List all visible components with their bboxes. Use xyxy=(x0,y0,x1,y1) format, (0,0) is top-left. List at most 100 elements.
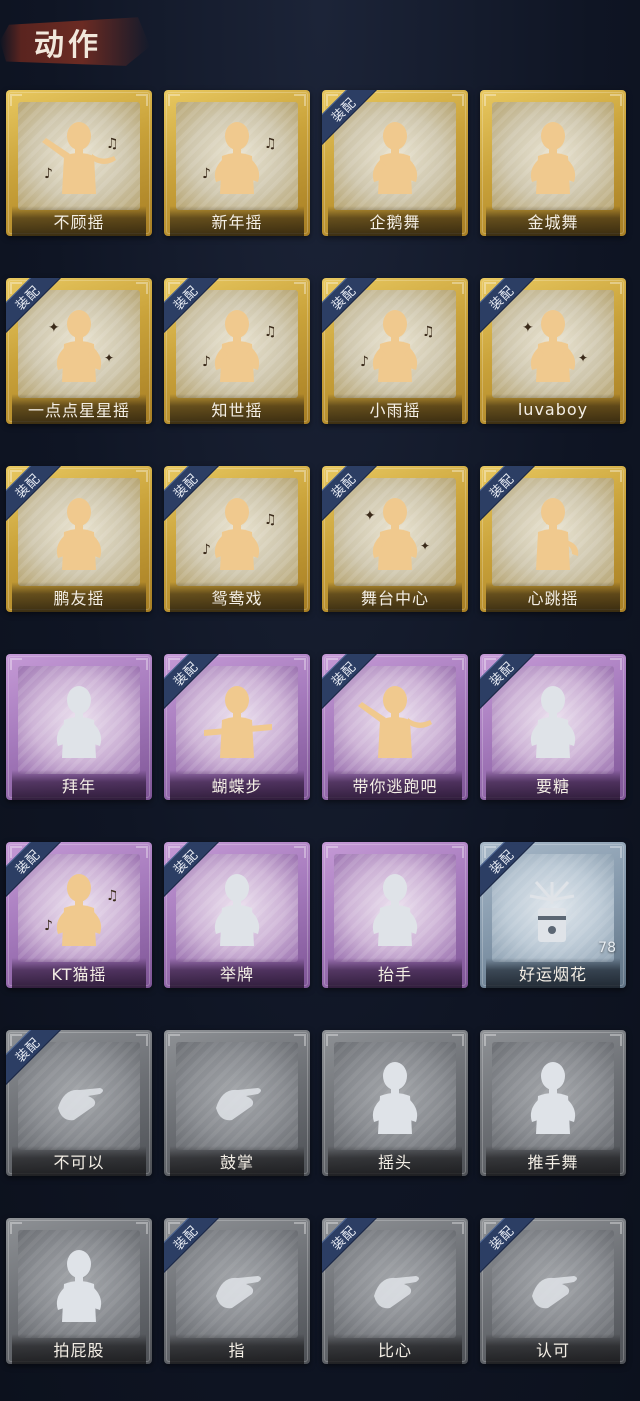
emote-card[interactable]: 装配 蝴蝶步 xyxy=(164,654,310,800)
card-corner-ornament xyxy=(168,94,180,106)
dancer-heartbeat-icon xyxy=(508,484,598,574)
dancer-arm-cross-icon: ♪ ♫ xyxy=(192,108,282,198)
svg-text:♪: ♪ xyxy=(44,166,53,182)
emote-card[interactable]: 装配 举牌 xyxy=(164,842,310,988)
svg-text:✦: ✦ xyxy=(48,320,60,336)
emote-card[interactable]: 装配 比心 xyxy=(322,1218,468,1364)
page-title: 动作 xyxy=(34,28,102,63)
card-corner-ornament xyxy=(294,846,306,858)
emote-grid: ♪ ♫ 不顾摇 ♪ ♫ 新年摇 装配 企鹅舞 金城舞 ✦ ✦ 装配 一点点星星摇 ♪ ♫ 装配 知世摇 ♪ ♫ 装配小… xyxy=(6,90,626,1364)
emote-card[interactable]: ♪ ♫ 装配 知世摇 xyxy=(164,278,310,424)
firework-icon xyxy=(508,860,598,950)
card-label-bar: 比心 xyxy=(328,1334,462,1364)
emote-card[interactable]: 装配 心跳摇 xyxy=(480,466,626,612)
card-corner-ornament xyxy=(168,1034,180,1046)
card-label-bar: 不可以 xyxy=(12,1146,146,1176)
figure-push-icon xyxy=(508,1048,598,1138)
hand-heart-icon xyxy=(350,1236,440,1326)
emote-name: 拍屁股 xyxy=(53,1341,105,1360)
emote-name: 心跳摇 xyxy=(527,589,579,608)
svg-text:♫: ♫ xyxy=(264,136,277,152)
svg-text:♪: ♪ xyxy=(44,918,53,934)
emote-name: 认可 xyxy=(535,1341,570,1360)
emote-card[interactable]: 装配 企鹅舞 xyxy=(322,90,468,236)
svg-text:♪: ♪ xyxy=(202,354,211,370)
card-label-bar: 一点点星星摇 xyxy=(12,394,146,424)
svg-text:♪: ♪ xyxy=(202,542,211,558)
emote-card[interactable]: 装配指 xyxy=(164,1218,310,1364)
dancer-pointing-icon: ♪ ♫ xyxy=(34,108,124,198)
card-corner-ornament xyxy=(610,846,622,858)
emote-card[interactable]: ♪ ♫ 新年摇 xyxy=(164,90,310,236)
emote-card[interactable]: 装配 认可 xyxy=(480,1218,626,1364)
svg-text:♪: ♪ xyxy=(202,166,211,182)
svg-text:✦: ✦ xyxy=(578,351,588,365)
card-label-bar: 要糖 xyxy=(486,770,620,800)
emote-name: 推手舞 xyxy=(527,1153,579,1172)
card-label-bar: 小雨摇 xyxy=(328,394,462,424)
card-corner-ornament xyxy=(294,1034,306,1046)
card-label-bar: 摇头 xyxy=(328,1146,462,1176)
emote-card[interactable]: 拍屁股 xyxy=(6,1218,152,1364)
emote-name: 指 xyxy=(228,1341,246,1360)
card-corner-ornament xyxy=(452,658,464,670)
dancer-lean-icon: ✦ ✦ xyxy=(508,296,598,386)
dancer-butterfly-icon xyxy=(192,672,282,762)
card-label-bar: 心跳摇 xyxy=(486,582,620,612)
emote-card[interactable]: ✦ ✦ 装配 一点点星星摇 xyxy=(6,278,152,424)
dancer-penguin-icon xyxy=(350,108,440,198)
emote-card[interactable]: 装配 要糖 xyxy=(480,654,626,800)
emote-name: 舞台中心 xyxy=(360,589,429,608)
hand-no-icon xyxy=(34,1048,124,1138)
dancer-rain-icon: ♪ ♫ xyxy=(350,296,440,386)
card-corner-ornament xyxy=(294,658,306,670)
emote-card[interactable]: 拜年 xyxy=(6,654,152,800)
emote-screen: 动作 ♪ ♫ 不顾摇 ♪ ♫ 新年摇 装配 企鹅舞 金城舞 ✦ ✦ 装配 一点点星星摇 ♪ ♫ 装配 知世摇 ♪ ♫… xyxy=(0,0,640,1401)
emote-card[interactable]: ♪ ♫ 装配 小雨摇 xyxy=(322,278,468,424)
card-corner-ornament xyxy=(326,1034,338,1046)
svg-text:♫: ♫ xyxy=(264,512,277,528)
emote-card[interactable]: 装配 带你逃跑吧 xyxy=(322,654,468,800)
emote-card[interactable]: 装配 78 好运烟花 xyxy=(480,842,626,988)
emote-name: 带你逃跑吧 xyxy=(352,777,438,796)
emote-name: 金城舞 xyxy=(527,213,579,232)
svg-text:✦: ✦ xyxy=(420,539,430,553)
card-corner-ornament xyxy=(452,846,464,858)
emote-name: 新年摇 xyxy=(211,213,263,232)
card-corner-ornament xyxy=(136,1222,148,1234)
card-corner-ornament xyxy=(10,658,22,670)
emote-card[interactable]: 鼓掌 xyxy=(164,1030,310,1176)
card-corner-ornament xyxy=(294,94,306,106)
card-corner-ornament xyxy=(484,94,496,106)
card-corner-ornament xyxy=(294,282,306,294)
emote-name: KT猫摇 xyxy=(51,965,107,984)
svg-text:♫: ♫ xyxy=(106,136,119,152)
card-corner-ornament xyxy=(294,470,306,482)
svg-text:✦: ✦ xyxy=(104,351,114,365)
card-corner-ornament xyxy=(136,658,148,670)
card-label-bar: 新年摇 xyxy=(170,206,304,236)
emote-card[interactable]: 摇头 xyxy=(322,1030,468,1176)
card-label-bar: 蝴蝶步 xyxy=(170,770,304,800)
emote-card[interactable]: ✦ ✦ 装配 luvaboy xyxy=(480,278,626,424)
emote-card[interactable]: ♪ ♫ 装配 鸳鸯戏 xyxy=(164,466,310,612)
svg-text:♪: ♪ xyxy=(360,354,369,370)
dancer-star-icon: ✦ ✦ xyxy=(34,296,124,386)
card-label-bar: 指 xyxy=(170,1334,304,1364)
emote-card[interactable]: 金城舞 xyxy=(480,90,626,236)
emote-card[interactable]: ✦ ✦ 装配 舞台中心 xyxy=(322,466,468,612)
emote-card[interactable]: ♪ ♫ 装配 KT猫摇 xyxy=(6,842,152,988)
emote-card[interactable]: 推手舞 xyxy=(480,1030,626,1176)
emote-name: 不顾摇 xyxy=(53,213,105,232)
emote-card[interactable]: 抬手 xyxy=(322,842,468,988)
emote-name: 知世摇 xyxy=(211,401,263,420)
card-label-bar: 企鹅舞 xyxy=(328,206,462,236)
dancer-music-icon: ♪ ♫ xyxy=(192,484,282,574)
emote-card[interactable]: 装配 鹏友摇 xyxy=(6,466,152,612)
dancer-point-run-icon xyxy=(350,672,440,762)
emote-card[interactable]: ♪ ♫ 不顾摇 xyxy=(6,90,152,236)
emote-card[interactable]: 装配 不可以 xyxy=(6,1030,152,1176)
card-corner-ornament xyxy=(136,1034,148,1046)
emote-name: 比心 xyxy=(377,1341,412,1360)
figure-shake-head-icon xyxy=(350,1048,440,1138)
